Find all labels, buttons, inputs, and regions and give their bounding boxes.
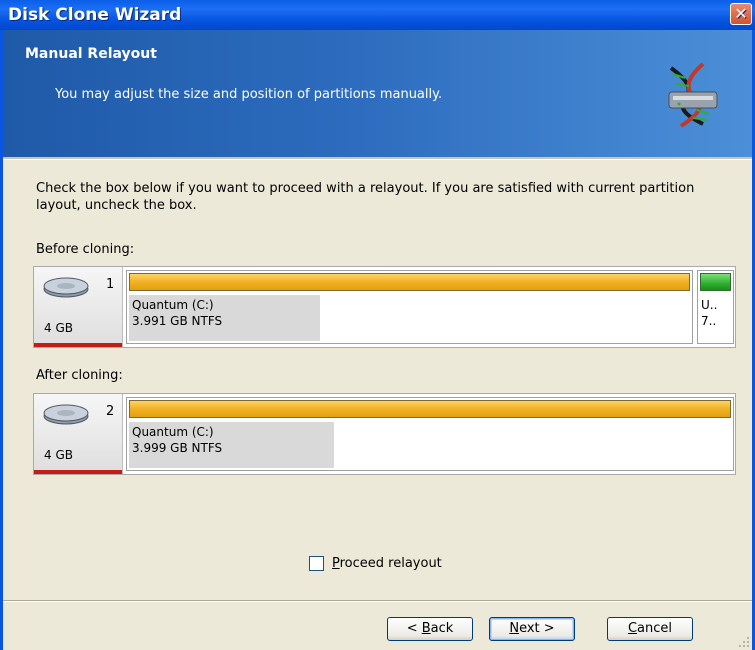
next-button[interactable]: Next > [489,617,575,641]
partition-size-fs: 3.991 GB NTFS [132,314,223,328]
disk-number: 2 [106,404,115,419]
window-title: Disk Clone Wizard [8,5,182,25]
footer-divider [3,600,752,602]
proceed-relayout-label[interactable]: Proceed relayout [332,556,442,571]
unallocated-size: 7.. [701,314,717,328]
partition-size-fs: 3.999 GB NTFS [132,441,223,455]
page-title: Manual Relayout [25,46,157,62]
disk-size: 4 GB [44,448,73,462]
disk-info-before: 1 4 GB [34,267,123,347]
disk-marker [34,470,122,474]
proceed-label-rest: roceed relayout [339,556,442,571]
hard-disk-icon [43,404,89,425]
unallocated-bar [700,273,731,291]
close-icon: ✕ [734,4,748,23]
disk-map-after: 2 4 GB Quantum (C:) 3.999 GB NTFS [33,393,736,475]
hard-disk-icon [43,277,89,298]
disk-number: 1 [106,277,115,292]
disk-clone-icon [668,62,718,128]
partition-name: Quantum (C:) [132,298,214,312]
instructions-text: Check the box below if you want to proce… [36,181,695,213]
page-subtitle: You may adjust the size and position of … [55,87,443,102]
before-cloning-label: Before cloning: [36,242,135,257]
disk-info-after: 2 4 GB [34,394,123,474]
proceed-relayout-checkbox[interactable] [309,556,324,571]
partition-name: Quantum (C:) [132,425,214,439]
header-banner: Manual Relayout You may adjust the size … [3,30,752,157]
close-button[interactable]: ✕ [730,3,752,25]
partition-bar [129,273,690,291]
partition-bar [129,400,731,418]
partition-c-before[interactable]: Quantum (C:) 3.991 GB NTFS [126,270,693,344]
unallocated-label: U.. [701,298,718,312]
partition-c-after[interactable]: Quantum (C:) 3.999 GB NTFS [126,397,734,471]
disk-map-before: 1 4 GB Quantum (C:) 3.991 GB NTFS U.. 7.… [33,266,736,348]
back-button[interactable]: < Back [387,617,473,641]
wizard-client: Manual Relayout You may adjust the size … [3,30,752,650]
title-bar[interactable]: Disk Clone Wizard ✕ [0,0,755,30]
proceed-access-key: P [332,556,340,571]
after-cloning-label: After cloning: [36,368,123,383]
unallocated-partition[interactable]: U.. 7.. [697,270,734,344]
cancel-button[interactable]: Cancel [607,617,693,641]
wizard-window: Disk Clone Wizard ✕ Manual Relayout You … [0,0,755,650]
disk-marker [34,343,122,347]
disk-size: 4 GB [44,321,73,335]
resize-grip-icon[interactable] [738,636,750,648]
banner-divider [3,157,752,160]
